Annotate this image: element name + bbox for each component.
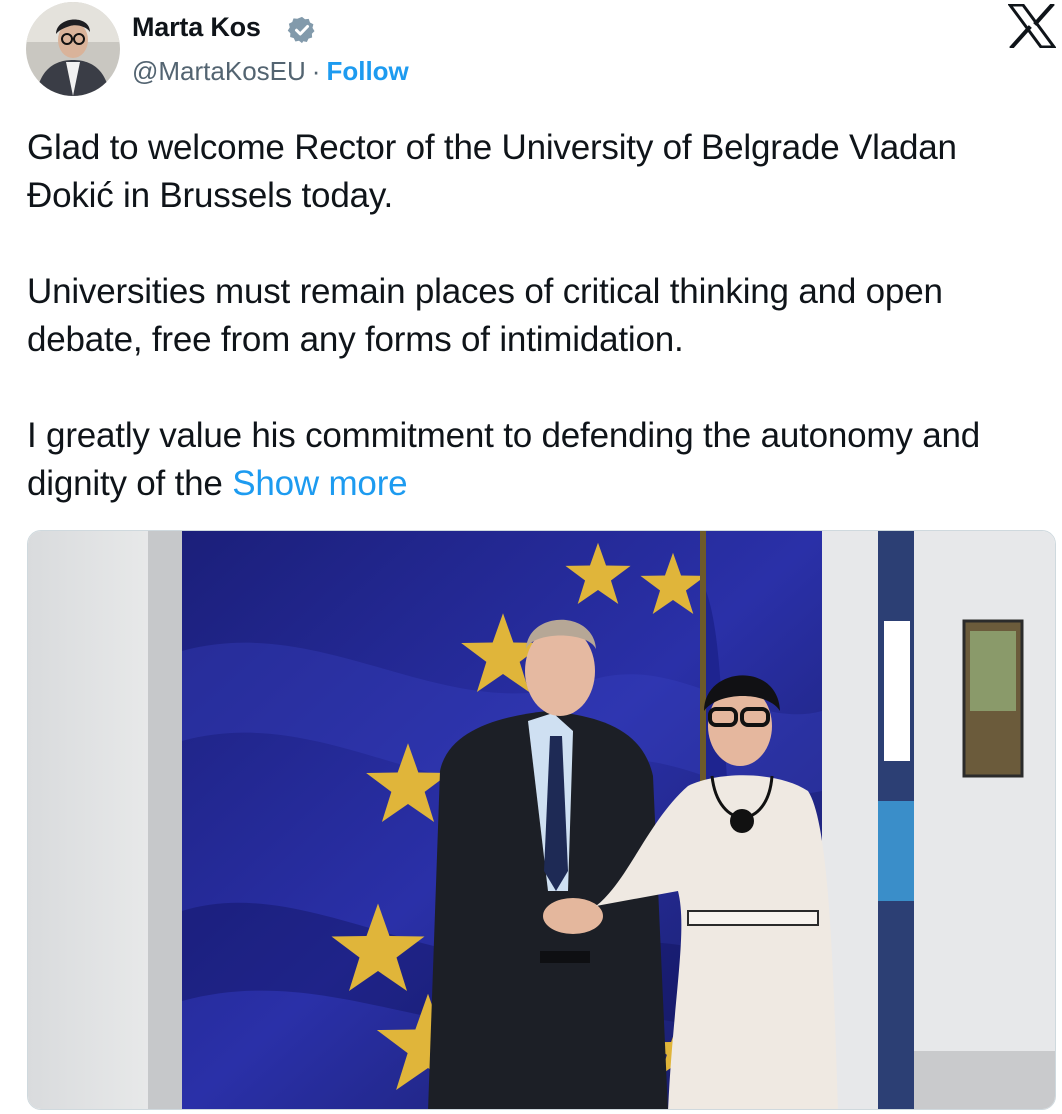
tweet-paragraph: Glad to welcome Rector of the University… bbox=[27, 128, 957, 215]
handle-separator: · bbox=[311, 56, 321, 86]
tweet-paragraph-text: I greatly value his commitment to defend… bbox=[27, 416, 980, 503]
tweet-text: Glad to welcome Rector of the University… bbox=[27, 124, 1047, 508]
author-display-name[interactable]: Marta Kos bbox=[132, 12, 261, 43]
avatar[interactable] bbox=[26, 2, 120, 96]
x-logo-icon[interactable] bbox=[1007, 2, 1057, 50]
author-handle[interactable]: @MartaKosEU bbox=[132, 56, 306, 86]
photo-illustration bbox=[28, 531, 1055, 1109]
tweet-paragraph: I greatly value his commitment to defend… bbox=[27, 412, 1047, 508]
tweet-photo[interactable] bbox=[27, 530, 1056, 1110]
tweet-header: Marta Kos @MartaKosEU · Follow bbox=[0, 0, 1062, 110]
follow-button[interactable]: Follow bbox=[326, 56, 408, 86]
show-more-link[interactable]: Show more bbox=[232, 464, 407, 503]
tweet-paragraph: Universities must remain places of criti… bbox=[27, 272, 943, 359]
handle-row: @MartaKosEU · Follow bbox=[132, 56, 409, 87]
verified-badge-icon bbox=[287, 15, 317, 45]
